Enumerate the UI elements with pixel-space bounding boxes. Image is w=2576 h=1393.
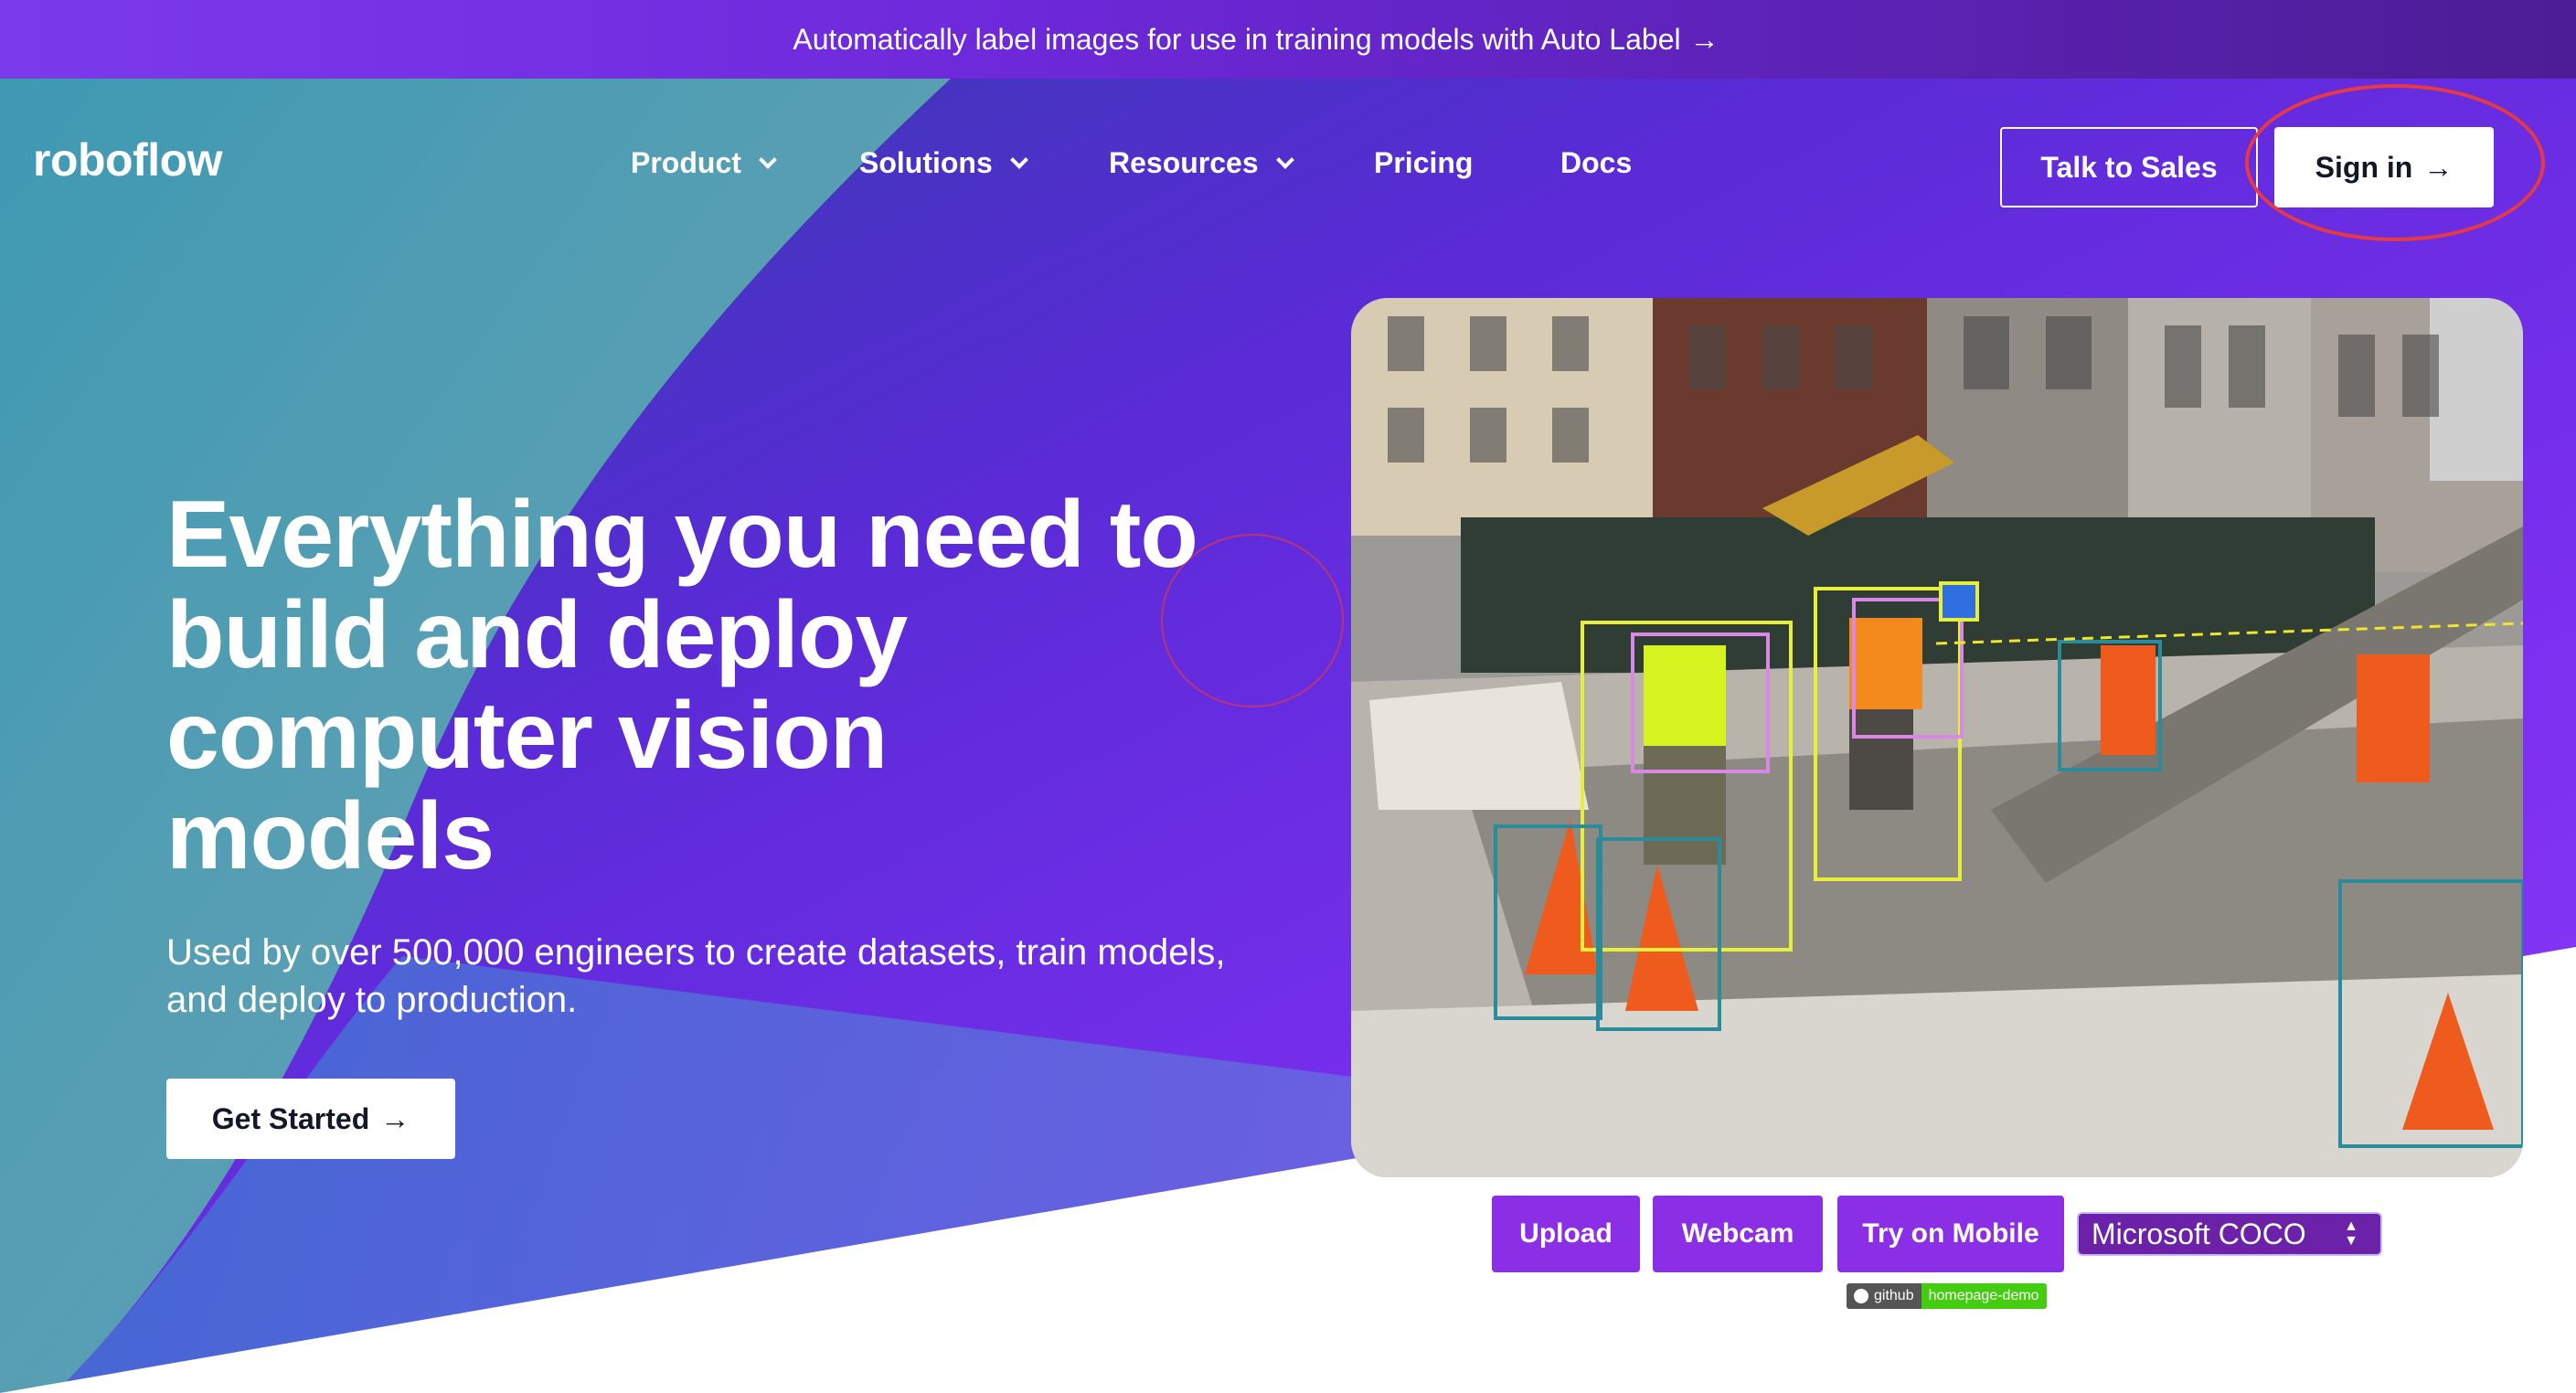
arrow-right-icon: → (1689, 22, 1719, 56)
nav-solutions-label: Solutions (859, 146, 993, 179)
webcam-label: Webcam (1681, 1218, 1794, 1249)
sign-in-label: Sign in (2315, 150, 2413, 184)
github-badge[interactable]: github homepage-demo (1847, 1283, 2047, 1309)
upload-label: Upload (1519, 1218, 1613, 1249)
nav-resources-label: Resources (1109, 146, 1259, 179)
talk-to-sales-label: Talk to Sales (2040, 150, 2218, 184)
model-select[interactable]: Microsoft COCO ▲ ▼ (2077, 1212, 2382, 1256)
demo-detection-image (1351, 298, 2523, 1177)
arrow-right-icon: → (380, 1101, 410, 1135)
chevron-down-icon (1009, 150, 1028, 169)
talk-to-sales-button[interactable]: Talk to Sales (2000, 127, 2258, 207)
nav-product[interactable]: Product (631, 146, 777, 180)
github-icon (1854, 1289, 1868, 1303)
nav-docs[interactable]: Docs (1560, 146, 1632, 180)
upload-button[interactable]: Upload (1492, 1196, 1640, 1272)
hero-subtext: Used by over 500,000 engineers to create… (166, 932, 1226, 1020)
hero-headline: Everything you need to build and deploy … (166, 482, 1198, 889)
banner-text[interactable]: Automatically label images for use in tr… (793, 23, 1680, 57)
chevron-down-icon (1275, 150, 1294, 169)
nav-pricing-label: Pricing (1374, 146, 1474, 179)
nav-docs-label: Docs (1560, 146, 1633, 179)
arrow-right-icon: → (2423, 150, 2454, 184)
sign-in-button[interactable]: Sign in → (2274, 127, 2494, 207)
try-on-mobile-label: Try on Mobile (1862, 1218, 2039, 1249)
webcam-button[interactable]: Webcam (1653, 1196, 1823, 1272)
chevron-down-icon (758, 150, 777, 169)
construction-scene-illustration (1351, 298, 2523, 1177)
nav-product-label: Product (631, 146, 741, 179)
announcement-banner[interactable]: Automatically label images for use in tr… (0, 0, 2576, 79)
github-badge-right: homepage-demo (1921, 1283, 2047, 1309)
nav-resources[interactable]: Resources (1109, 146, 1294, 180)
updown-chevron-icon: ▲ ▼ (2344, 1218, 2358, 1249)
roboflow-logo[interactable]: roboflow (33, 133, 223, 186)
nav-solutions[interactable]: Solutions (859, 146, 1028, 180)
get-started-button[interactable]: Get Started → (166, 1079, 455, 1159)
nav-pricing[interactable]: Pricing (1374, 146, 1473, 180)
get-started-label: Get Started (211, 1101, 370, 1135)
github-badge-left: github (1874, 1288, 1914, 1303)
try-on-mobile-button[interactable]: Try on Mobile (1837, 1196, 2064, 1272)
model-select-value: Microsoft COCO (2092, 1217, 2306, 1250)
